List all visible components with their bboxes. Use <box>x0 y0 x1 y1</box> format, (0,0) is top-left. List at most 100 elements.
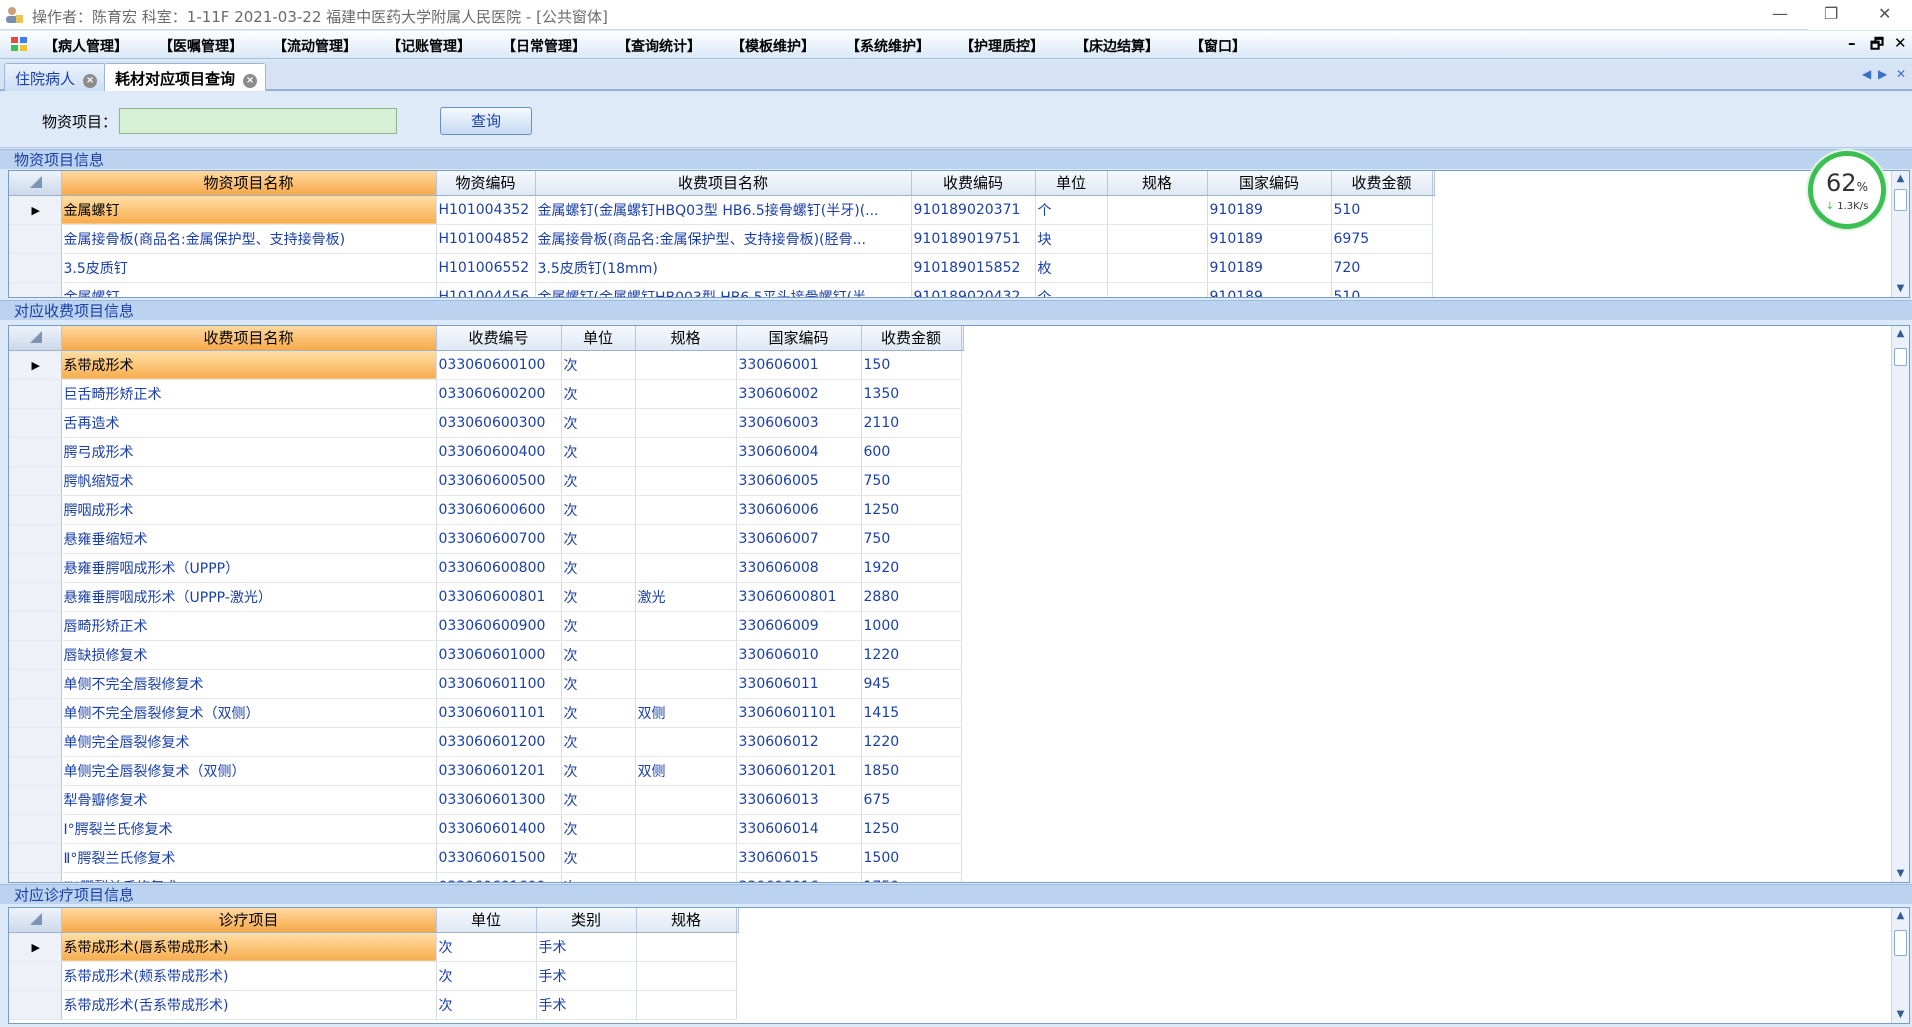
charge-cell[interactable]: 单侧不完全唇裂修复术 <box>61 669 437 699</box>
charge-cell[interactable] <box>635 611 737 641</box>
charge-cell[interactable]: 330606007 <box>736 524 862 554</box>
charge-cell[interactable]: 悬雍垂腭咽成形术（UPPP） <box>61 553 437 583</box>
scroll-down-icon[interactable]: ▼ <box>1892 1007 1909 1023</box>
material-cell[interactable]: 金属接骨板(商品名:金属保护型、支持接骨板) <box>61 224 437 254</box>
charge-cell[interactable] <box>635 814 737 844</box>
charge-cell[interactable]: 033060601300 <box>436 785 562 815</box>
material-search-input[interactable] <box>119 108 397 134</box>
material-column-header[interactable]: 收费金额 <box>1331 171 1433 196</box>
charge-cell[interactable]: 双侧 <box>635 756 737 786</box>
query-button[interactable]: 查询 <box>440 107 532 135</box>
table-row[interactable]: 单侧完全唇裂修复术（双侧） 033060601201 次双侧 33060601201 1… <box>9 756 964 786</box>
charge-cell[interactable]: 033060600400 <box>436 437 562 467</box>
row-header[interactable] <box>9 379 62 409</box>
diagnosis-cell[interactable]: 系带成形术(颊系带成形术) <box>61 961 437 991</box>
row-header[interactable] <box>9 611 62 641</box>
charge-cell[interactable]: 1500 <box>861 843 962 873</box>
material-cell[interactable]: 个 <box>1035 195 1108 225</box>
material-cell[interactable]: 720 <box>1331 253 1433 283</box>
menu-nursing[interactable]: 【护理质控】 <box>960 36 1044 56</box>
menu-order[interactable]: 【医嘱管理】 <box>159 36 243 56</box>
grid-corner[interactable] <box>9 326 62 351</box>
charge-cell[interactable]: 033060601400 <box>436 814 562 844</box>
charge-cell[interactable] <box>635 640 737 670</box>
charge-cell[interactable]: 033060600600 <box>436 495 562 525</box>
row-header[interactable] <box>9 282 62 297</box>
material-cell[interactable]: 金属螺钉 <box>61 195 437 225</box>
table-row[interactable]: Ⅰ°腭裂兰氏修复术 033060601400 次 330606014 1250 <box>9 814 964 844</box>
table-row[interactable]: 单侧完全唇裂修复术 033060601200 次 330606012 1220 <box>9 727 964 757</box>
charge-cell[interactable]: 腭帆缩短术 <box>61 466 437 496</box>
charge-cell[interactable]: 150 <box>861 350 962 380</box>
charge-cell[interactable]: 33060601201 <box>736 756 862 786</box>
row-header[interactable] <box>9 640 62 670</box>
window-minimize-icon[interactable]: — <box>1772 4 1788 23</box>
charge-cell[interactable]: 033060601200 <box>436 727 562 757</box>
table-row[interactable]: ▶ 金属螺钉 H101004352 金属螺钉(金属螺钉HBQ03型 HB6.5接骨螺钉… <box>9 195 1435 225</box>
material-cell[interactable]: 910189019751 <box>911 224 1036 254</box>
charge-cell[interactable]: 033060601500 <box>436 843 562 873</box>
charge-cell[interactable]: 悬雍垂缩短术 <box>61 524 437 554</box>
material-column-header[interactable]: 物资项目名称 <box>61 171 437 196</box>
charge-cell[interactable]: 1250 <box>861 814 962 844</box>
charge-cell[interactable] <box>635 524 737 554</box>
charge-cell[interactable]: 330606004 <box>736 437 862 467</box>
material-cell[interactable]: H101004352 <box>436 195 536 225</box>
table-row[interactable]: Ⅲ°腭裂兰氏修复术033060601600次 3306060161750 <box>9 872 964 882</box>
charge-cell[interactable]: 033060600800 <box>436 553 562 583</box>
tab-material-query[interactable]: 耗材对应项目查询 × <box>104 63 267 91</box>
material-cell[interactable]: 块 <box>1035 224 1108 254</box>
charge-cell[interactable]: 次 <box>561 582 636 612</box>
row-header[interactable] <box>9 756 62 786</box>
charge-cell[interactable]: 2880 <box>861 582 962 612</box>
row-header[interactable] <box>9 437 62 467</box>
material-cell[interactable]: 金属螺钉 <box>61 282 437 297</box>
row-header[interactable] <box>9 843 62 873</box>
diagnosis-column-header[interactable]: 规格 <box>636 908 737 933</box>
charge-cell[interactable]: 033060601100 <box>436 669 562 699</box>
charge-cell[interactable] <box>635 437 737 467</box>
charge-cell[interactable]: 330606011 <box>736 669 862 699</box>
scroll-up-icon[interactable]: ▲ <box>1892 326 1909 342</box>
material-cell[interactable] <box>1107 282 1208 297</box>
row-header[interactable] <box>9 669 62 699</box>
charge-cell[interactable]: 次 <box>561 524 636 554</box>
table-row[interactable]: 系带成形术(舌系带成形术) 次手术 <box>9 990 739 1020</box>
charge-column-header[interactable]: 单位 <box>561 326 636 351</box>
material-cell[interactable]: 金属接骨板(商品名:金属保护型、支持接骨板)(胫骨... <box>535 224 912 254</box>
charge-cell[interactable]: 次 <box>561 669 636 699</box>
window-restore-icon[interactable]: ❐ <box>1824 4 1838 23</box>
charge-cell[interactable]: 033060601000 <box>436 640 562 670</box>
charge-cell[interactable]: 次 <box>561 437 636 467</box>
row-header[interactable]: ▶ <box>9 932 62 962</box>
material-cell[interactable]: 510 <box>1331 282 1433 297</box>
material-cell[interactable] <box>1107 195 1208 225</box>
charge-cell[interactable] <box>635 495 737 525</box>
charge-cell[interactable]: 次 <box>561 727 636 757</box>
charge-cell[interactable]: 033060600300 <box>436 408 562 438</box>
charge-cell[interactable]: 1350 <box>861 379 962 409</box>
menu-patient[interactable]: 【病人管理】 <box>44 36 128 56</box>
menu-template[interactable]: 【模板维护】 <box>731 36 815 56</box>
charge-cell[interactable]: 945 <box>861 669 962 699</box>
charge-cell[interactable]: 330606002 <box>736 379 862 409</box>
diagnosis-cell[interactable] <box>636 932 737 962</box>
diagnosis-column-header[interactable]: 类别 <box>536 908 637 933</box>
charge-cell[interactable]: 单侧完全唇裂修复术（双侧） <box>61 756 437 786</box>
material-cell[interactable]: 6975 <box>1331 224 1433 254</box>
material-column-header[interactable]: 物资编码 <box>436 171 536 196</box>
diagnosis-cell[interactable]: 手术 <box>536 932 637 962</box>
charge-cell[interactable] <box>635 872 737 882</box>
tab-close-icon[interactable]: × <box>83 74 98 88</box>
scroll-thumb[interactable] <box>1894 189 1907 211</box>
charge-cell[interactable]: 次 <box>561 379 636 409</box>
material-cell[interactable]: 3.5皮质钉 <box>61 253 437 283</box>
material-cell[interactable]: 金属螺钉(金属螺钉HB003型 HB6.5平头接骨螺钉(半... <box>535 282 912 297</box>
table-row[interactable]: 单侧不完全唇裂修复术 033060601100 次 330606011 945 <box>9 669 964 699</box>
diagnosis-cell[interactable]: 次 <box>436 961 537 991</box>
charge-cell[interactable]: 33060601101 <box>736 698 862 728</box>
charge-cell[interactable]: 悬雍垂腭咽成形术（UPPP-激光） <box>61 582 437 612</box>
charge-cell[interactable]: 次 <box>561 553 636 583</box>
charge-cell[interactable]: 次 <box>561 611 636 641</box>
table-row[interactable]: 唇缺损修复术 033060601000 次 330606010 1220 <box>9 640 964 670</box>
